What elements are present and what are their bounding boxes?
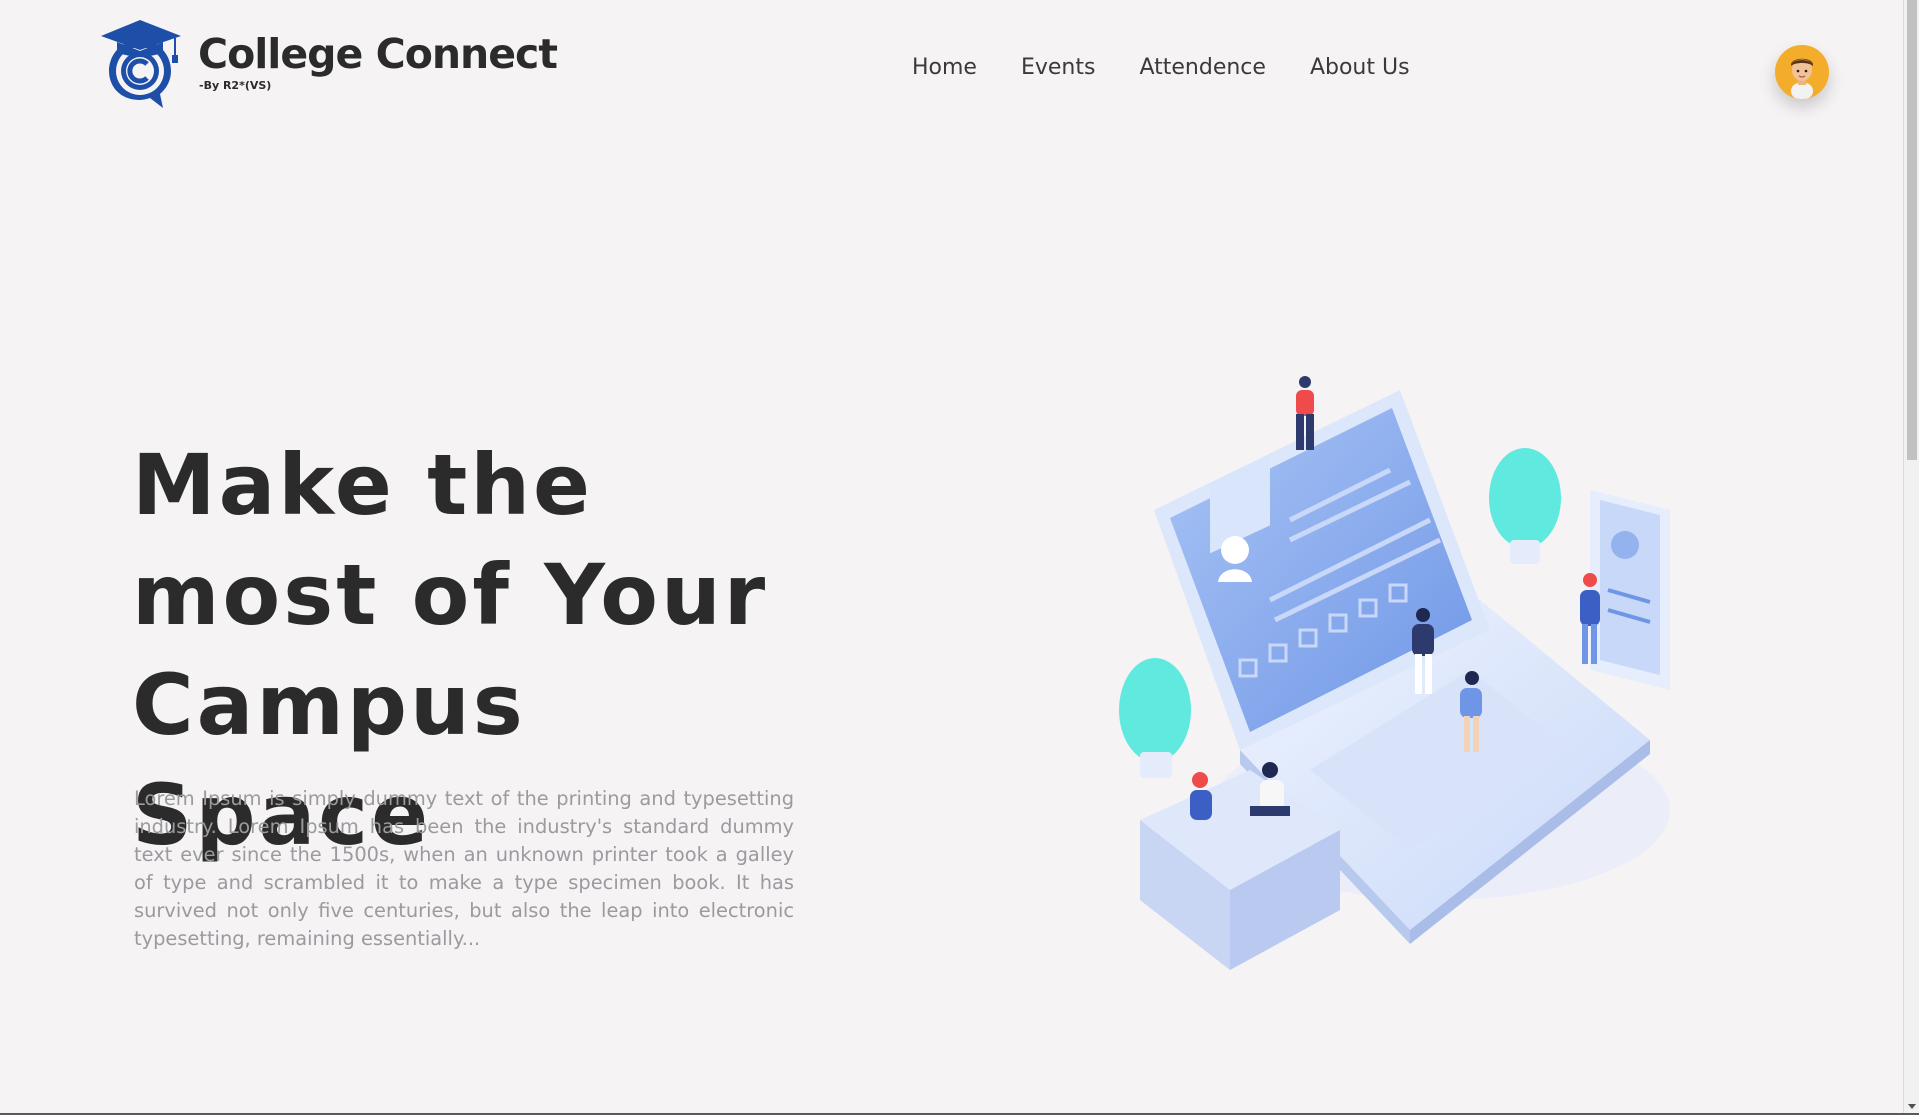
vertical-scrollbar[interactable] [1903,0,1919,1113]
user-avatar-button[interactable] [1775,45,1829,99]
isometric-laptop-people-illustration [1119,376,1670,970]
scrollbar-thumb[interactable] [1907,0,1917,460]
browser-viewport: College Connect -By R2*(VS) Home Events … [0,0,1919,1115]
brand-subtitle: -By R2*(VS) [199,79,272,92]
user-avatar-icon [1791,58,1813,99]
nav-events-link[interactable]: Events [1021,55,1096,80]
hero-title-line-2: most of Your [132,546,769,644]
hero-title-line-1: Make the [132,436,594,534]
nav-attendence-link[interactable]: Attendence [1139,55,1265,80]
main-nav: Home Events Attendence About Us [912,55,1410,80]
brand-title[interactable]: College Connect [198,30,558,78]
hero-description: Lorem Ipsum is simply dummy text of the … [134,787,794,950]
college-connect-logo-icon[interactable] [97,18,183,110]
page: College Connect -By R2*(VS) Home Events … [0,0,1903,1113]
nav-home-link[interactable]: Home [912,55,977,80]
nav-about-us-link[interactable]: About Us [1310,55,1410,80]
scroll-down-arrow-icon[interactable] [1908,1104,1916,1109]
